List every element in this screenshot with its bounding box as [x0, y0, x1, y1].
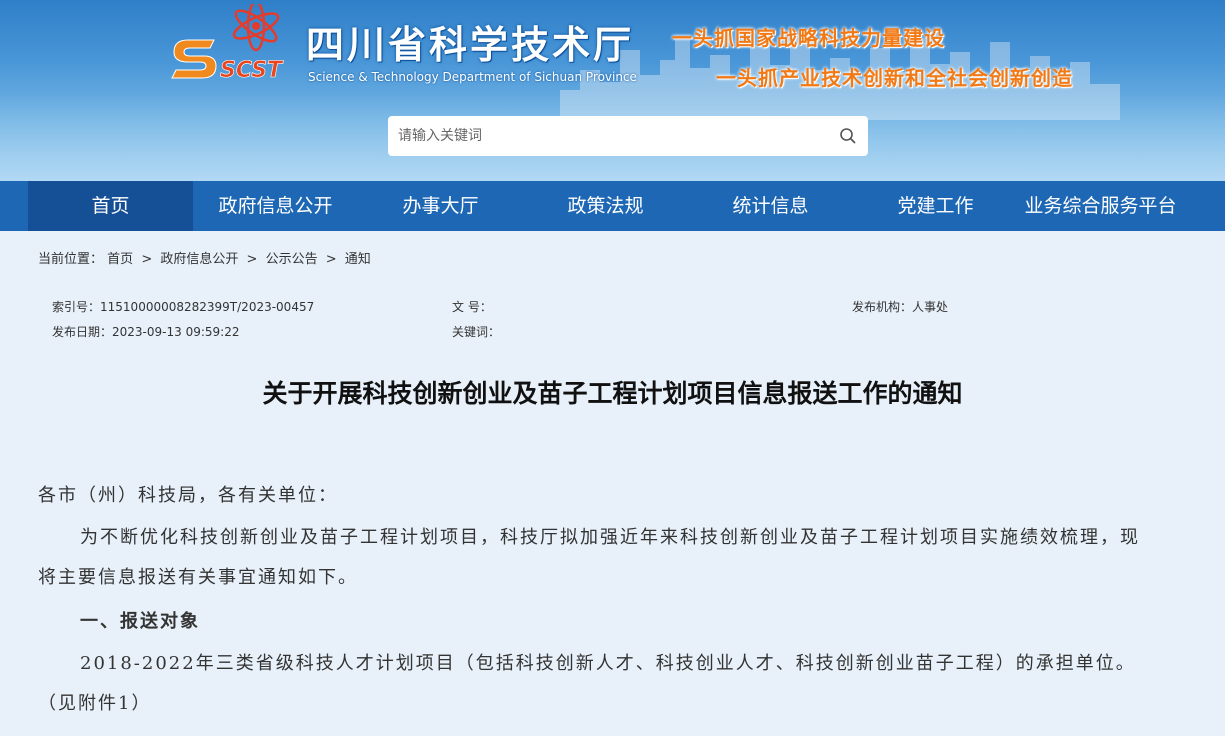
search-icon[interactable] [838, 126, 858, 146]
breadcrumb-separator: > [141, 252, 153, 267]
main-nav: 首页 政府信息公开 办事大厅 政策法规 统计信息 党建工作 业务综合服务平台 [0, 181, 1225, 231]
meta-publisher-value: 人事处 [912, 300, 949, 314]
meta-doc-no-label: 文 号： [452, 300, 492, 314]
breadcrumb-separator: > [246, 252, 258, 267]
breadcrumb-gov-info[interactable]: 政府信息公开 [160, 252, 238, 267]
nav-item-policies[interactable]: 政策法规 [523, 181, 688, 231]
article-salutation: 各市（州）科技局，各有关单位： [38, 485, 338, 506]
meta-keywords-label: 关键词： [452, 325, 501, 339]
article-paragraph-2-line-1: 2018-2022年三类省级科技人才计划项目（包括科技创新人才、科技创业人才、科… [80, 653, 1136, 674]
article-title: 关于开展科技创新创业及苗子工程计划项目信息报送工作的通知 [262, 379, 963, 408]
breadcrumb-prefix: 当前位置： [38, 252, 104, 267]
meta-index: 索引号：11510000008282399T/2023-00457 [52, 298, 314, 315]
nav-item-home[interactable]: 首页 [28, 181, 193, 231]
nav-item-gov-info[interactable]: 政府信息公开 [193, 181, 358, 231]
meta-date-value: 2023-09-13 09:59:22 [112, 325, 240, 339]
logo-text: SCST [220, 58, 284, 83]
meta-date: 发布日期：2023-09-13 09:59:22 [52, 323, 239, 340]
meta-index-label: 索引号： [52, 300, 101, 314]
article-paragraph-1-line-2: 将主要信息报送有关事宜通知如下。 [38, 567, 358, 588]
slogan-line-2: 一头抓产业技术创新和全社会创新创造 [716, 66, 1073, 90]
nav-item-service-hall[interactable]: 办事大厅 [358, 181, 523, 231]
breadcrumb-home[interactable]: 首页 [107, 252, 133, 267]
nav-item-service-platform[interactable]: 业务综合服务平台 [1018, 181, 1183, 231]
breadcrumb-notice[interactable]: 通知 [345, 252, 371, 267]
slogan-line-1: 一头抓国家战略科技力量建设 [672, 26, 945, 50]
article-paragraph-1-line-1: 为不断优化科技创新创业及苗子工程计划项目，科技厅拟加强近年来科技创新创业及苗子工… [80, 527, 1140, 548]
scst-logo: SCST [171, 4, 284, 83]
search-box [388, 116, 868, 156]
meta-date-label: 发布日期： [52, 325, 113, 339]
header-banner: SCST 四川省科学技术厅 Science & Technology Depar… [0, 0, 1225, 181]
meta-keywords: 关键词： [452, 323, 500, 340]
article-paragraph-2-line-2: （见附件1） [38, 693, 152, 714]
breadcrumb-separator: > [325, 252, 337, 267]
breadcrumb: 当前位置： 首页 > 政府信息公开 > 公示公告 > 通知 [38, 248, 371, 267]
article-section-heading-1: 一、报送对象 [80, 611, 200, 632]
meta-publisher: 发布机构：人事处 [852, 298, 948, 315]
search-input[interactable] [398, 116, 828, 156]
nav-item-statistics[interactable]: 统计信息 [688, 181, 853, 231]
meta-index-value: 11510000008282399T/2023-00457 [100, 300, 315, 314]
site-title[interactable]: 四川省科学技术厅 [306, 14, 634, 69]
breadcrumb-announcements[interactable]: 公示公告 [266, 252, 318, 267]
nav-item-party-work[interactable]: 党建工作 [853, 181, 1018, 231]
meta-publisher-label: 发布机构： [852, 300, 913, 314]
meta-doc-no: 文 号： [452, 298, 492, 315]
site-subtitle: Science & Technology Department of Sichu… [308, 70, 637, 84]
